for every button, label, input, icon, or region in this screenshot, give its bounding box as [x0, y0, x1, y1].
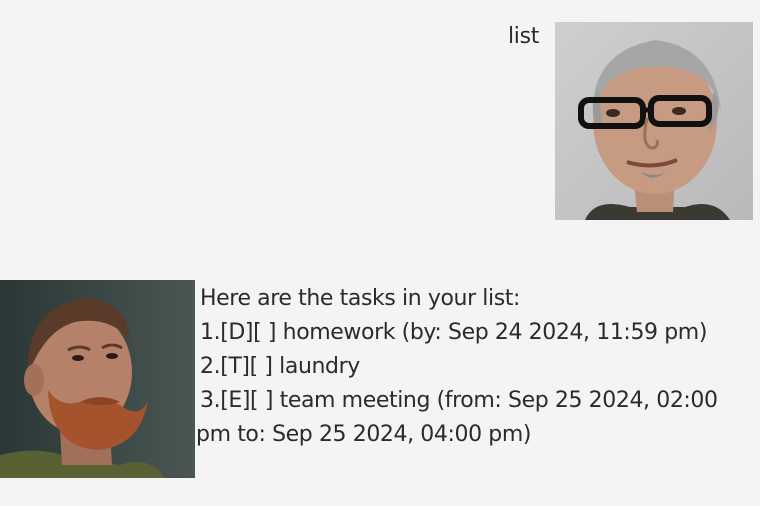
task-list-item: 3.[E][ ] team meeting (from: Sep 25 2024… — [196, 384, 751, 452]
chat-window: list Here are the tasks in your list: 1.… — [0, 0, 760, 506]
task-list-item: 2.[T][ ] laundry — [200, 354, 360, 379]
task-list-item-text: 3.[E][ ] team meeting (from: Sep 25 2024… — [196, 388, 718, 447]
bot-avatar-icon — [0, 280, 195, 478]
task-list-item: 1.[D][ ] homework (by: Sep 24 2024, 11:5… — [200, 320, 708, 345]
user-avatar-icon — [555, 22, 753, 220]
user-message-text: list — [508, 24, 540, 49]
bot-intro-text: Here are the tasks in your list: — [200, 286, 521, 311]
bot-message: Here are the tasks in your list: 1.[D][ … — [196, 282, 751, 452]
